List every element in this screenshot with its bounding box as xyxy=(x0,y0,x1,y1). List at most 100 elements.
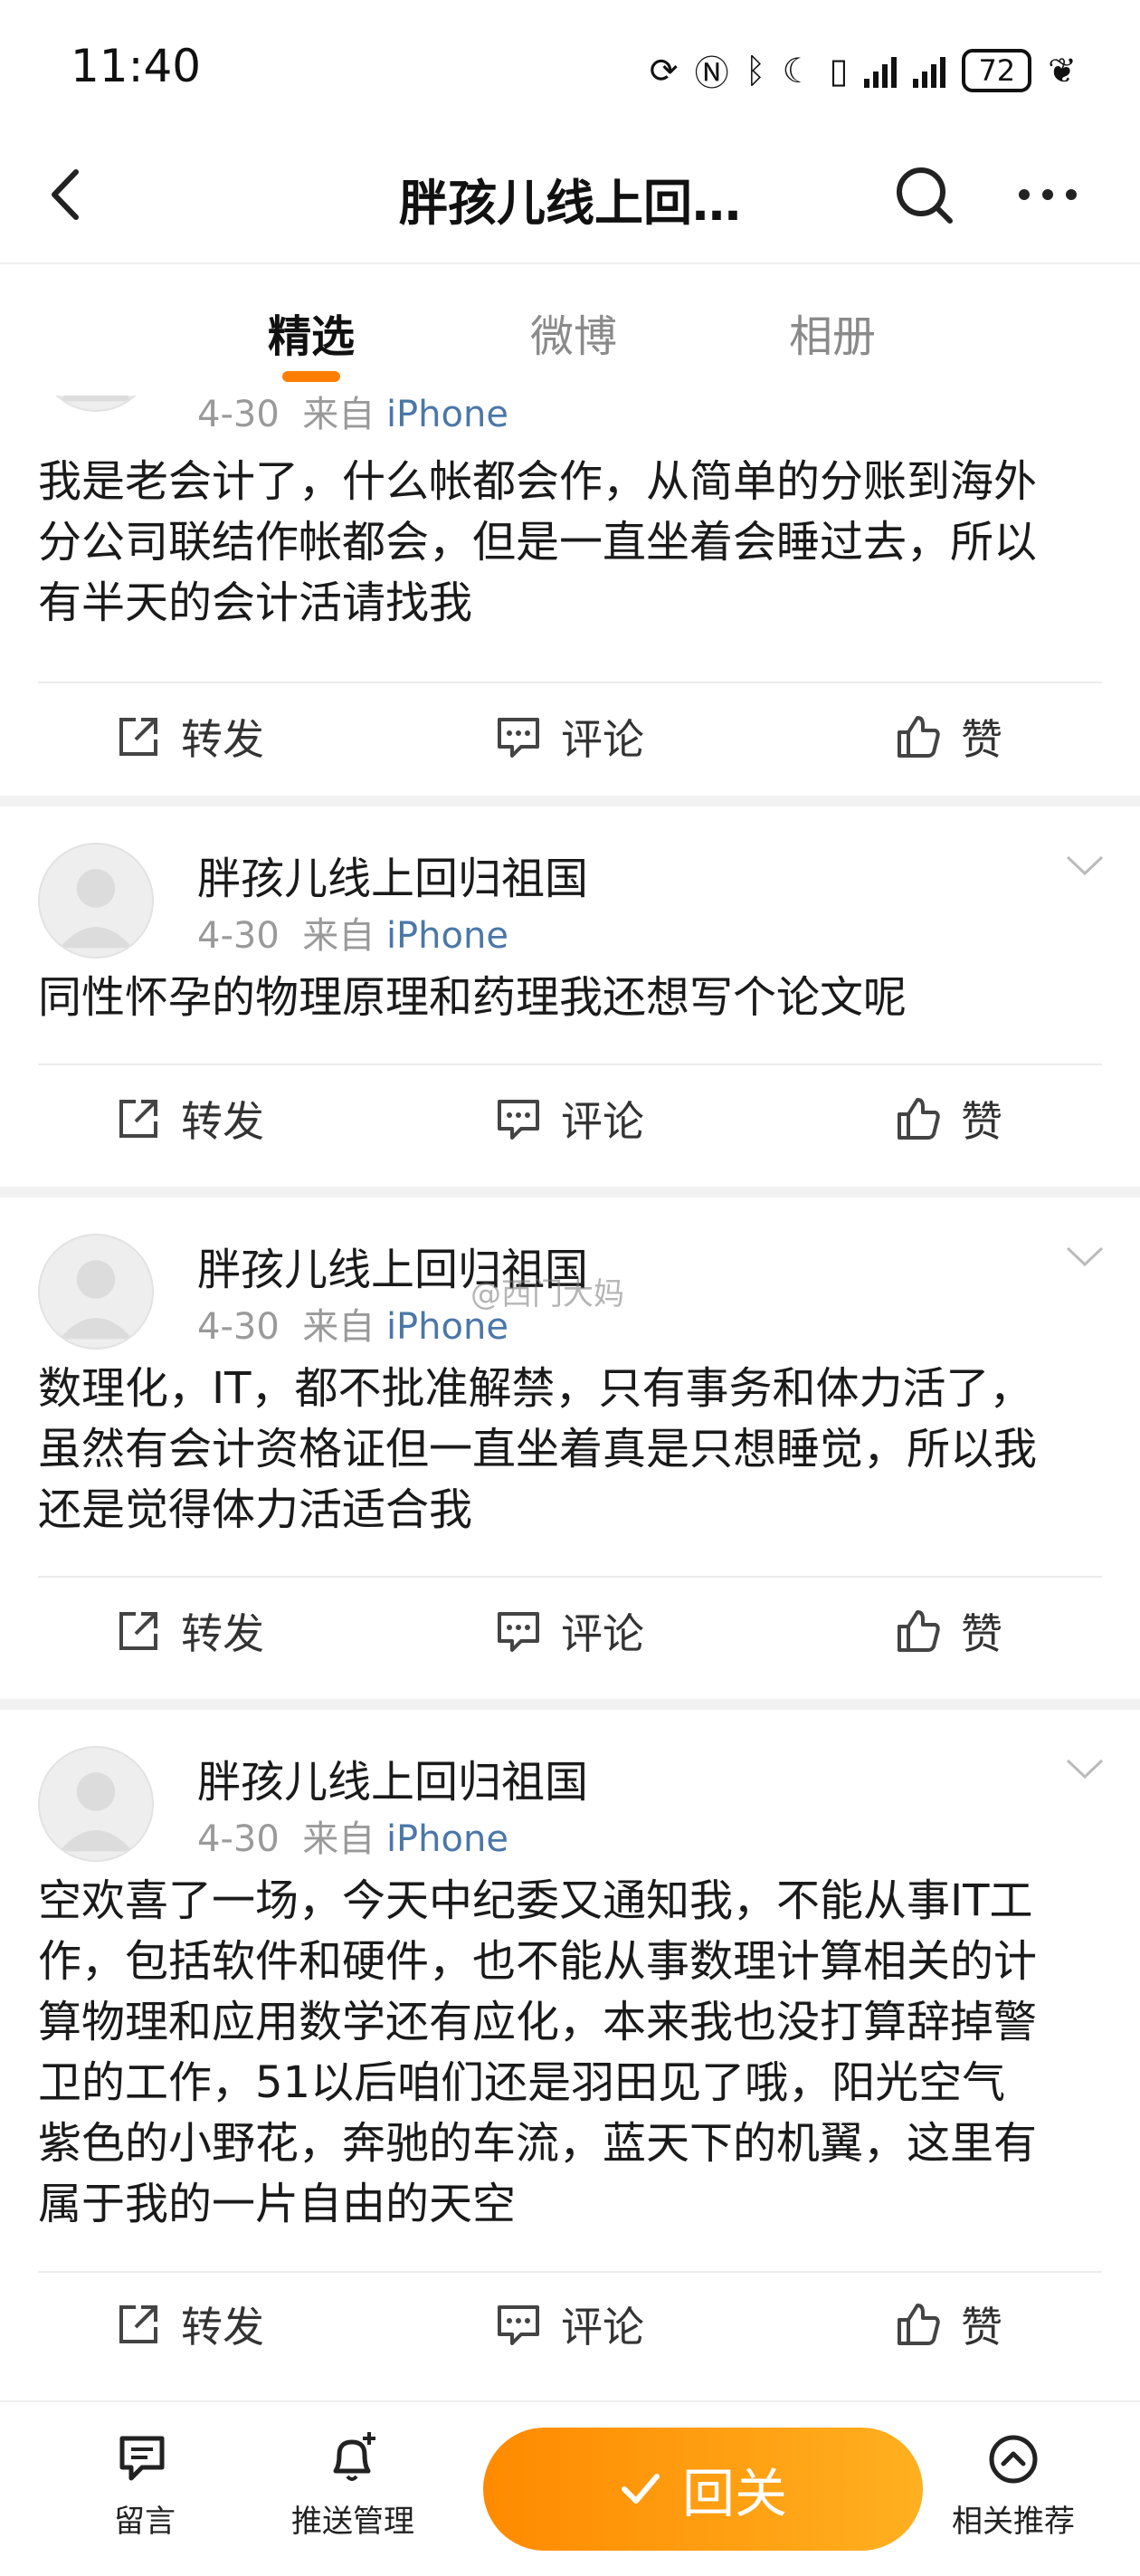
feed[interactable]: 4-30 来自 iPhone 我是老会计了，什么帐都会作，从简单的分账到海外 分… xyxy=(0,396,1140,2400)
repost-button[interactable]: 转发 xyxy=(114,2284,264,2365)
like-button[interactable]: 赞 xyxy=(894,2284,1002,2365)
repost-button[interactable]: 转发 xyxy=(114,1590,264,1672)
tab-album[interactable]: 相册 xyxy=(742,301,923,364)
divider xyxy=(38,682,1102,683)
post-text-line: 紫色的小野花，奔驰的车流，蓝天下的机翼，这里有 xyxy=(38,2118,1038,2169)
comment-label: 评论 xyxy=(561,715,644,764)
avatar[interactable] xyxy=(38,1234,154,1350)
post-separator xyxy=(0,1699,1140,1710)
chevron-up-circle-icon xyxy=(989,2435,1038,2484)
post-separator xyxy=(0,1187,1140,1197)
bottom-bar: 留言 推送管理 回关 相关推荐 xyxy=(0,2400,1140,2576)
post-date: 4-30 xyxy=(197,1306,280,1348)
check-icon xyxy=(621,2474,660,2504)
bluetooth-icon: ᛒ xyxy=(745,50,766,91)
post-card: 4-30 来自 iPhone 我是老会计了，什么帐都会作，从简单的分账到海外 分… xyxy=(0,396,1140,796)
post-source[interactable]: iPhone xyxy=(386,1818,508,1860)
post-text-line: 虽然有会计资格证但一直坐着真是只想睡觉，所以我 xyxy=(38,1424,1038,1474)
comment-label: 评论 xyxy=(561,1609,644,1658)
thumbs-up-icon xyxy=(898,716,940,758)
avatar[interactable] xyxy=(38,1746,154,1862)
post-author[interactable]: 胖孩儿线上回归祖国 xyxy=(197,843,588,906)
post-card: 胖孩儿线上回归祖国 4-30 来自 iPhone 空欢喜了一场，今天中纪委又通知… xyxy=(0,1710,1140,2400)
avatar[interactable] xyxy=(38,396,154,412)
post-text[interactable]: 空欢喜了一场，今天中纪委又通知我，不能从事IT工 作，包括软件和硬件，也不能从事… xyxy=(38,1871,1106,2235)
comment-icon xyxy=(498,1100,539,1140)
comment-button[interactable]: 评论 xyxy=(494,2284,644,2365)
post-text[interactable]: 我是老会计了，什么帐都会作，从简单的分账到海外 分公司联结作帐都会，但是一直坐着… xyxy=(38,452,1106,634)
leaf-icon: ❦ xyxy=(1048,50,1077,91)
post-text[interactable]: 数理化，IT，都不批准解禁，只有事务和体力活了， 虽然有会计资格证但一直坐着真是… xyxy=(38,1359,1106,1541)
battery-icon: 72 xyxy=(962,48,1032,92)
post-text-line: 分公司联结作帐都会，但是一直坐着会睡过去，所以 xyxy=(38,517,1038,568)
divider xyxy=(38,2271,1102,2273)
post-text-line: 同性怀孕的物理原理和药理我还想写个论文呢 xyxy=(38,972,907,1023)
post-actions: 转发 评论 赞 xyxy=(0,1590,1140,1672)
tab-bar: 精选 微博 相册 xyxy=(0,262,1140,398)
post-text-line: 作，包括软件和硬件，也不能从事数理计算相关的计 xyxy=(38,1936,1038,1987)
post-text-line: 属于我的一片自由的天空 xyxy=(38,2179,517,2229)
more-icon[interactable] xyxy=(1012,161,1084,228)
related-button[interactable]: 相关推荐 xyxy=(950,2429,1077,2541)
tab-active-indicator xyxy=(282,371,340,382)
search-icon[interactable] xyxy=(890,161,957,228)
comment-button[interactable]: 评论 xyxy=(494,696,644,778)
post-via: 来自 xyxy=(302,396,375,435)
repost-button[interactable]: 转发 xyxy=(114,1078,264,1159)
like-button[interactable]: 赞 xyxy=(894,696,1002,778)
like-button[interactable]: 赞 xyxy=(894,1078,1002,1159)
post-meta: 4-30 来自 iPhone xyxy=(197,1809,508,1862)
post-source[interactable]: iPhone xyxy=(386,915,508,957)
tab-featured[interactable]: 精选 xyxy=(221,301,402,364)
chevron-down-icon[interactable] xyxy=(1064,1755,1106,1782)
nfc-icon: Ⓝ xyxy=(694,53,729,93)
watermark: @西门大妈 xyxy=(470,1276,624,1312)
vibrate-icon: ▯ xyxy=(829,50,849,91)
repost-button[interactable]: 转发 xyxy=(114,696,264,778)
comment-label: 评论 xyxy=(561,2303,644,2352)
tab-weibo[interactable]: 微博 xyxy=(483,301,664,364)
message-button[interactable]: 留言 xyxy=(90,2429,199,2541)
comment-button[interactable]: 评论 xyxy=(494,1590,644,1672)
comment-button[interactable]: 评论 xyxy=(494,1078,644,1159)
post-date: 4-30 xyxy=(197,915,280,957)
comment-icon xyxy=(498,718,539,758)
divider xyxy=(38,1064,1102,1065)
post-text-line: 卫的工作，51以后咱们还是羽田见了哦，阳光空气 xyxy=(38,2057,1006,2108)
chevron-down-icon[interactable] xyxy=(1064,1243,1106,1270)
post-actions: 转发 评论 赞 xyxy=(0,696,1140,778)
push-settings-label: 推送管理 xyxy=(291,2504,414,2540)
like-button[interactable]: 赞 xyxy=(894,1590,1002,1672)
post-text-line: 有半天的会计活请找我 xyxy=(38,577,473,628)
follow-back-button[interactable]: 回关 xyxy=(483,2428,923,2551)
nav-bar: 胖孩儿线上回… xyxy=(0,136,1140,262)
post-via: 来自 xyxy=(302,1306,375,1348)
post-text-line: 数理化，IT，都不批准解禁，只有事务和体力活了， xyxy=(38,1363,1033,1414)
push-settings-button[interactable]: 推送管理 xyxy=(280,2429,425,2541)
page-title: 胖孩儿线上回… xyxy=(399,175,741,232)
message-label: 留言 xyxy=(114,2504,176,2540)
post-author[interactable]: 胖孩儿线上回归祖国 xyxy=(197,1746,588,1809)
repost-icon xyxy=(119,1100,157,1138)
like-label: 赞 xyxy=(961,1097,1002,1146)
chevron-down-icon[interactable] xyxy=(1064,852,1106,879)
comment-icon xyxy=(498,2305,539,2345)
post-source[interactable]: iPhone xyxy=(386,396,508,435)
divider xyxy=(38,1576,1102,1578)
post-date: 4-30 xyxy=(197,1818,280,1860)
repost-label: 转发 xyxy=(181,1609,264,1658)
post-text[interactable]: 同性怀孕的物理原理和药理我还想写个论文呢 xyxy=(38,968,1106,1028)
avatar[interactable] xyxy=(38,843,154,959)
post-separator xyxy=(0,796,1140,806)
thumbs-up-icon xyxy=(898,1610,940,1652)
status-bar: 11:40 ⟳ Ⓝ ᛒ ☾ ▯ 72 ❦ xyxy=(0,0,1140,136)
signal-icon-2 xyxy=(913,53,946,88)
post-meta: 4-30 来自 iPhone xyxy=(197,906,508,959)
post-date: 4-30 xyxy=(197,396,280,435)
like-label: 赞 xyxy=(961,715,1002,764)
post-via: 来自 xyxy=(302,1818,375,1860)
bell-plus-icon xyxy=(333,2432,375,2481)
repost-icon xyxy=(119,2305,157,2343)
post-card: 胖孩儿线上回归祖国 4-30 来自 iPhone 同性怀孕的物理原理和药理我还想… xyxy=(0,806,1140,1187)
thumbs-up-icon xyxy=(898,2304,940,2345)
